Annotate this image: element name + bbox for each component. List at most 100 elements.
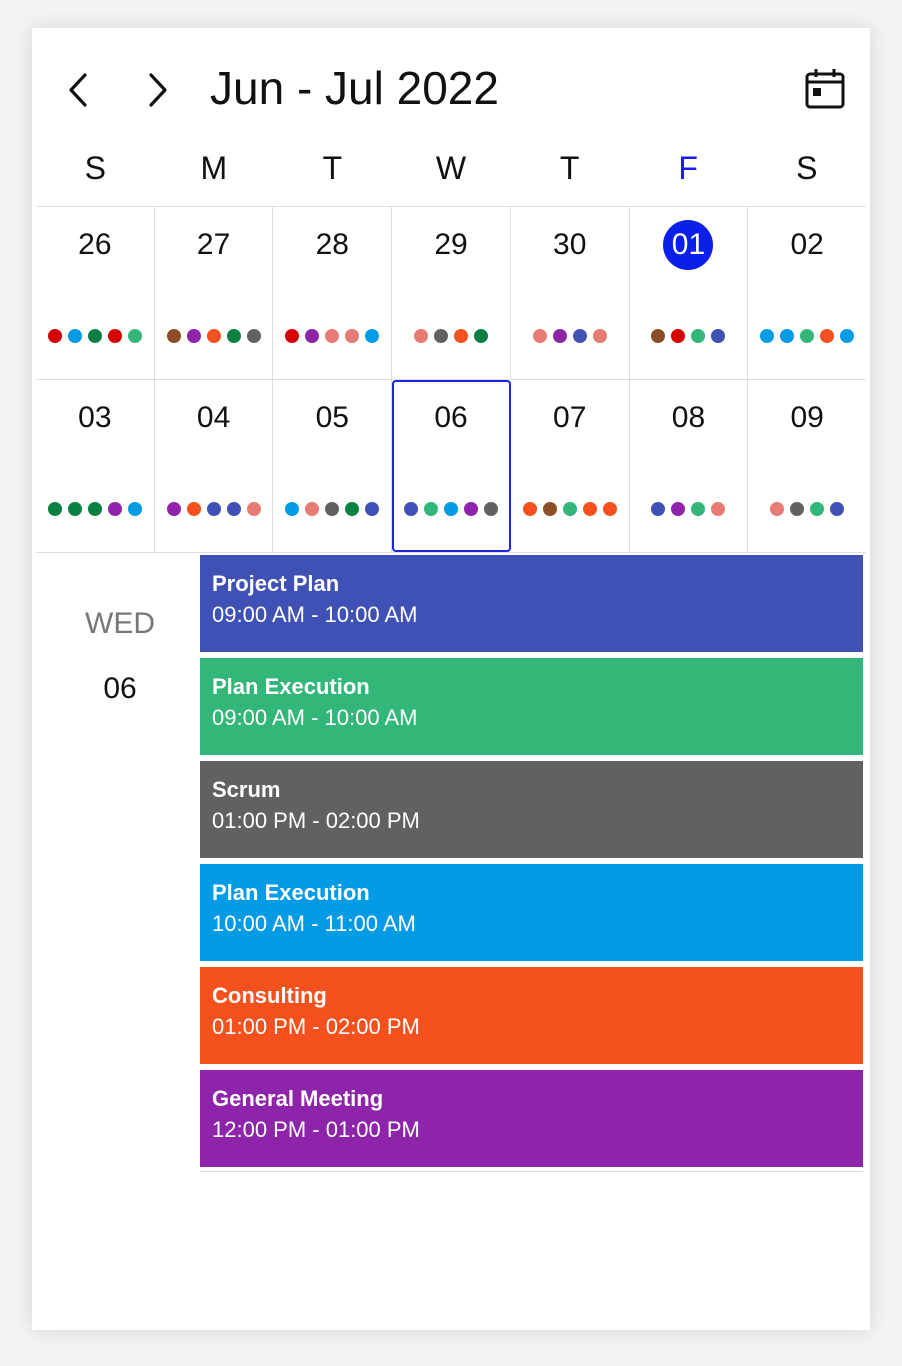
- event-dot: [186, 502, 201, 516]
- event-dot: [760, 329, 775, 343]
- event-indicator-dots: [36, 329, 154, 343]
- day-cell[interactable]: 03: [36, 380, 155, 552]
- appointment-card[interactable]: Scrum 01:00 PM - 02:00 PM: [200, 761, 863, 858]
- appointment-title: Scrum: [212, 777, 281, 802]
- day-number: 09: [748, 396, 866, 440]
- day-number-text: 09: [790, 401, 824, 434]
- event-dot: [325, 502, 340, 516]
- day-cell[interactable]: 29: [392, 207, 511, 379]
- event-indicator-dots: [392, 502, 510, 516]
- event-dot: [246, 502, 261, 516]
- day-number: 27: [155, 223, 273, 267]
- agenda-date[interactable]: 06: [72, 672, 168, 706]
- event-dot: [67, 502, 82, 516]
- event-dot: [87, 329, 102, 343]
- today-indicator: 01: [663, 220, 714, 270]
- month-title[interactable]: Jun - Jul 2022: [210, 60, 499, 116]
- day-cell[interactable]: 30: [511, 207, 630, 379]
- next-month-button[interactable]: [138, 66, 178, 114]
- event-dot: [790, 502, 805, 516]
- day-number: 05: [273, 396, 391, 440]
- event-dot: [602, 502, 617, 516]
- event-indicator-dots: [630, 502, 748, 516]
- event-dot: [810, 502, 825, 516]
- day-cell[interactable]: 05: [273, 380, 393, 552]
- month-grid: 26 27 28 29 30 01 02 03 04 05 06 07 08 09: [36, 206, 866, 553]
- day-number: 30: [511, 223, 629, 267]
- event-dot: [345, 329, 360, 343]
- appointment-card[interactable]: Consulting 01:00 PM - 02:00 PM: [200, 967, 863, 1064]
- day-number: 26: [36, 223, 154, 267]
- day-cell[interactable]: 28: [273, 207, 393, 379]
- day-cell[interactable]: 07: [511, 380, 630, 552]
- event-indicator-dots: [392, 329, 510, 343]
- event-indicator-dots: [273, 329, 391, 343]
- event-dot: [474, 329, 489, 343]
- event-dot: [552, 329, 567, 343]
- day-cell[interactable]: 04: [155, 380, 274, 552]
- appointment-card[interactable]: Plan Execution 09:00 AM - 10:00 AM: [200, 658, 863, 755]
- day-cell[interactable]: 02: [748, 207, 866, 379]
- event-dot: [107, 502, 122, 516]
- appointment-time: 10:00 AM - 11:00 AM: [212, 911, 416, 936]
- weekday-label: W: [435, 150, 467, 186]
- event-dot: [127, 329, 142, 343]
- appointment-title: Plan Execution: [212, 880, 370, 905]
- day-number: 06: [392, 396, 510, 440]
- event-indicator-dots: [155, 329, 273, 343]
- week-row: 26 27 28 29 30 01 02: [36, 207, 866, 380]
- event-dot: [226, 329, 241, 343]
- event-dot: [651, 502, 666, 516]
- day-number-text: 07: [553, 401, 587, 434]
- appointment-time: 12:00 PM - 01:00 PM: [212, 1117, 420, 1142]
- event-dot: [166, 502, 181, 516]
- appointment-time: 01:00 PM - 02:00 PM: [212, 808, 420, 833]
- appointment-card[interactable]: General Meeting 12:00 PM - 01:00 PM: [200, 1070, 863, 1167]
- event-dot: [226, 502, 241, 516]
- day-cell[interactable]: 09: [748, 380, 866, 552]
- weekday-label: F: [678, 150, 698, 186]
- appointment-card[interactable]: Project Plan 09:00 AM - 10:00 AM: [200, 555, 863, 652]
- appointment-card[interactable]: Plan Execution 10:00 AM - 11:00 AM: [200, 864, 863, 961]
- event-dot: [305, 329, 320, 343]
- event-dot: [127, 502, 142, 516]
- weekday-label: S: [84, 150, 106, 186]
- event-dot: [711, 502, 726, 516]
- weekday-label: T: [322, 150, 343, 186]
- event-dot: [285, 329, 300, 343]
- chevron-right-icon: [149, 73, 167, 107]
- appointment-title: Project Plan: [212, 571, 340, 596]
- day-number-text: 06: [434, 401, 468, 434]
- previous-month-button[interactable]: [58, 66, 98, 114]
- event-dot: [107, 329, 122, 343]
- appointment-title: Consulting: [212, 983, 327, 1008]
- event-dot: [325, 329, 340, 343]
- day-number: 08: [630, 396, 748, 440]
- day-number-text: 26: [78, 228, 112, 261]
- event-dot: [454, 329, 469, 343]
- event-dot: [651, 329, 666, 343]
- calendar-today-icon[interactable]: [802, 66, 848, 112]
- event-indicator-dots: [155, 502, 273, 516]
- day-cell[interactable]: 27: [155, 207, 274, 379]
- day-cell[interactable]: 08: [630, 380, 749, 552]
- event-dot: [206, 329, 221, 343]
- day-number-text: 08: [671, 401, 706, 434]
- event-dot: [830, 502, 845, 516]
- event-dot: [464, 502, 479, 516]
- weekday-label: S: [796, 150, 818, 186]
- day-number: 01: [630, 220, 748, 270]
- event-dot: [711, 329, 726, 343]
- day-number-text: 28: [315, 228, 349, 261]
- day-cell[interactable]: 26: [36, 207, 155, 379]
- week-row: 03 04 05 06 07 08 09: [36, 380, 866, 553]
- event-dot: [840, 329, 855, 343]
- weekday-label: T: [559, 150, 580, 186]
- calendar-header: Jun - Jul 2022: [32, 28, 870, 158]
- day-number-text: 04: [196, 401, 231, 434]
- day-cell-today[interactable]: 01: [630, 207, 749, 379]
- event-dot: [47, 502, 62, 516]
- event-dot: [365, 502, 380, 516]
- event-indicator-dots: [748, 502, 866, 516]
- day-cell-selected[interactable]: 06: [392, 380, 511, 552]
